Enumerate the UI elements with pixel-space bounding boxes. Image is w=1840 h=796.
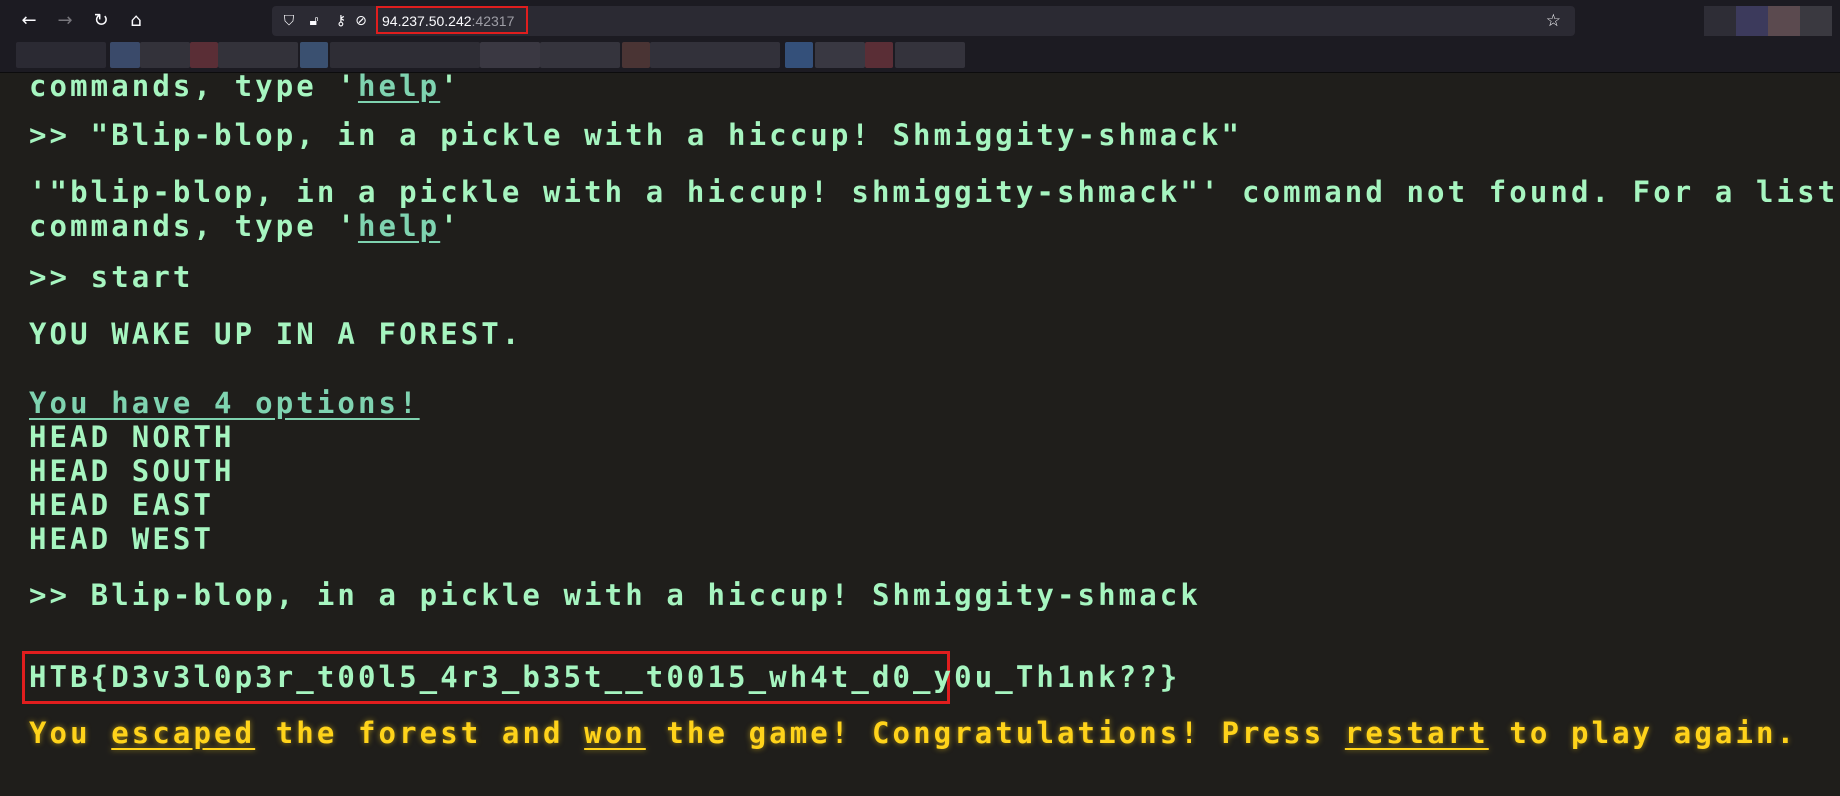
- bookmark-item[interactable]: [650, 42, 780, 68]
- bookmark-item[interactable]: [865, 42, 893, 68]
- bookmark-item[interactable]: [330, 42, 480, 68]
- option-item: HEAD EAST: [29, 488, 215, 522]
- help-link[interactable]: help: [358, 73, 440, 103]
- back-arrow-icon[interactable]: ←: [17, 9, 41, 33]
- bookmark-item[interactable]: [540, 42, 620, 68]
- story-line: YOU WAKE UP IN A FOREST.: [29, 317, 523, 351]
- option-item: HEAD NORTH: [29, 420, 235, 454]
- shield-icon[interactable]: ⛉: [280, 11, 298, 31]
- url-text[interactable]: 94.237.50.242:42317: [382, 11, 514, 31]
- reload-icon[interactable]: ↻: [89, 9, 113, 33]
- restart-link[interactable]: restart: [1345, 716, 1489, 750]
- option-item: HEAD SOUTH: [29, 454, 235, 488]
- bookmark-item[interactable]: [895, 42, 965, 68]
- command-line: >> "Blip-blop, in a pickle with a hiccup…: [29, 118, 1243, 152]
- bookmark-item[interactable]: [300, 42, 328, 68]
- help-link[interactable]: help: [358, 209, 440, 243]
- url-host: 94.237.50.242: [382, 13, 472, 29]
- bookmark-item[interactable]: [110, 42, 140, 68]
- tracking-off-icon[interactable]: ⊘: [352, 11, 370, 31]
- terminal-line-partial: commands, type 'help': [29, 73, 461, 103]
- escaped-link[interactable]: escaped: [111, 716, 255, 750]
- win-message: You escaped the forest and won the game!…: [29, 716, 1798, 750]
- error-line: '"blip-blop, in a pickle with a hiccup! …: [29, 175, 1840, 209]
- bookmark-item[interactable]: [218, 42, 298, 68]
- option-item: HEAD WEST: [29, 522, 215, 556]
- permissions-icon[interactable]: ⚷: [332, 11, 350, 31]
- bookmark-item[interactable]: [815, 42, 865, 68]
- command-line: >> start: [29, 260, 194, 294]
- bookmark-star-icon[interactable]: ☆: [1546, 11, 1561, 31]
- bookmark-item[interactable]: [785, 42, 813, 68]
- home-icon[interactable]: ⌂: [124, 9, 148, 33]
- bookmarks-bar: [0, 42, 1840, 72]
- flag-text: HTB{D3v3l0p3r_t00l5_4r3_b35t__t0015_wh4t…: [29, 660, 1181, 694]
- bookmark-item[interactable]: [480, 42, 540, 68]
- won-link[interactable]: won: [584, 716, 646, 750]
- url-port: :42317: [471, 13, 515, 29]
- game-terminal[interactable]: commands, type 'help' >> "Blip-blop, in …: [6, 73, 1840, 796]
- command-line: >> Blip-blop, in a pickle with a hiccup!…: [29, 578, 1201, 612]
- lock-icon[interactable]: 🔓︎: [305, 11, 323, 31]
- bookmark-item[interactable]: [622, 42, 650, 68]
- bookmark-item[interactable]: [16, 42, 106, 68]
- browser-toolbar: ← → ↻ ⌂ ⛉ 🔓︎ ⚷ ⊘ 94.237.50.242:42317 ☆: [0, 0, 1840, 42]
- address-bar[interactable]: ⛉ 🔓︎ ⚷ ⊘ 94.237.50.242:42317 ☆: [272, 6, 1575, 36]
- error-line-cont: commands, type 'help': [29, 209, 461, 243]
- forward-arrow-icon[interactable]: →: [53, 9, 77, 33]
- bookmark-item[interactable]: [190, 42, 218, 68]
- bookmark-item[interactable]: [140, 42, 190, 68]
- options-header: You have 4 options!: [29, 386, 420, 420]
